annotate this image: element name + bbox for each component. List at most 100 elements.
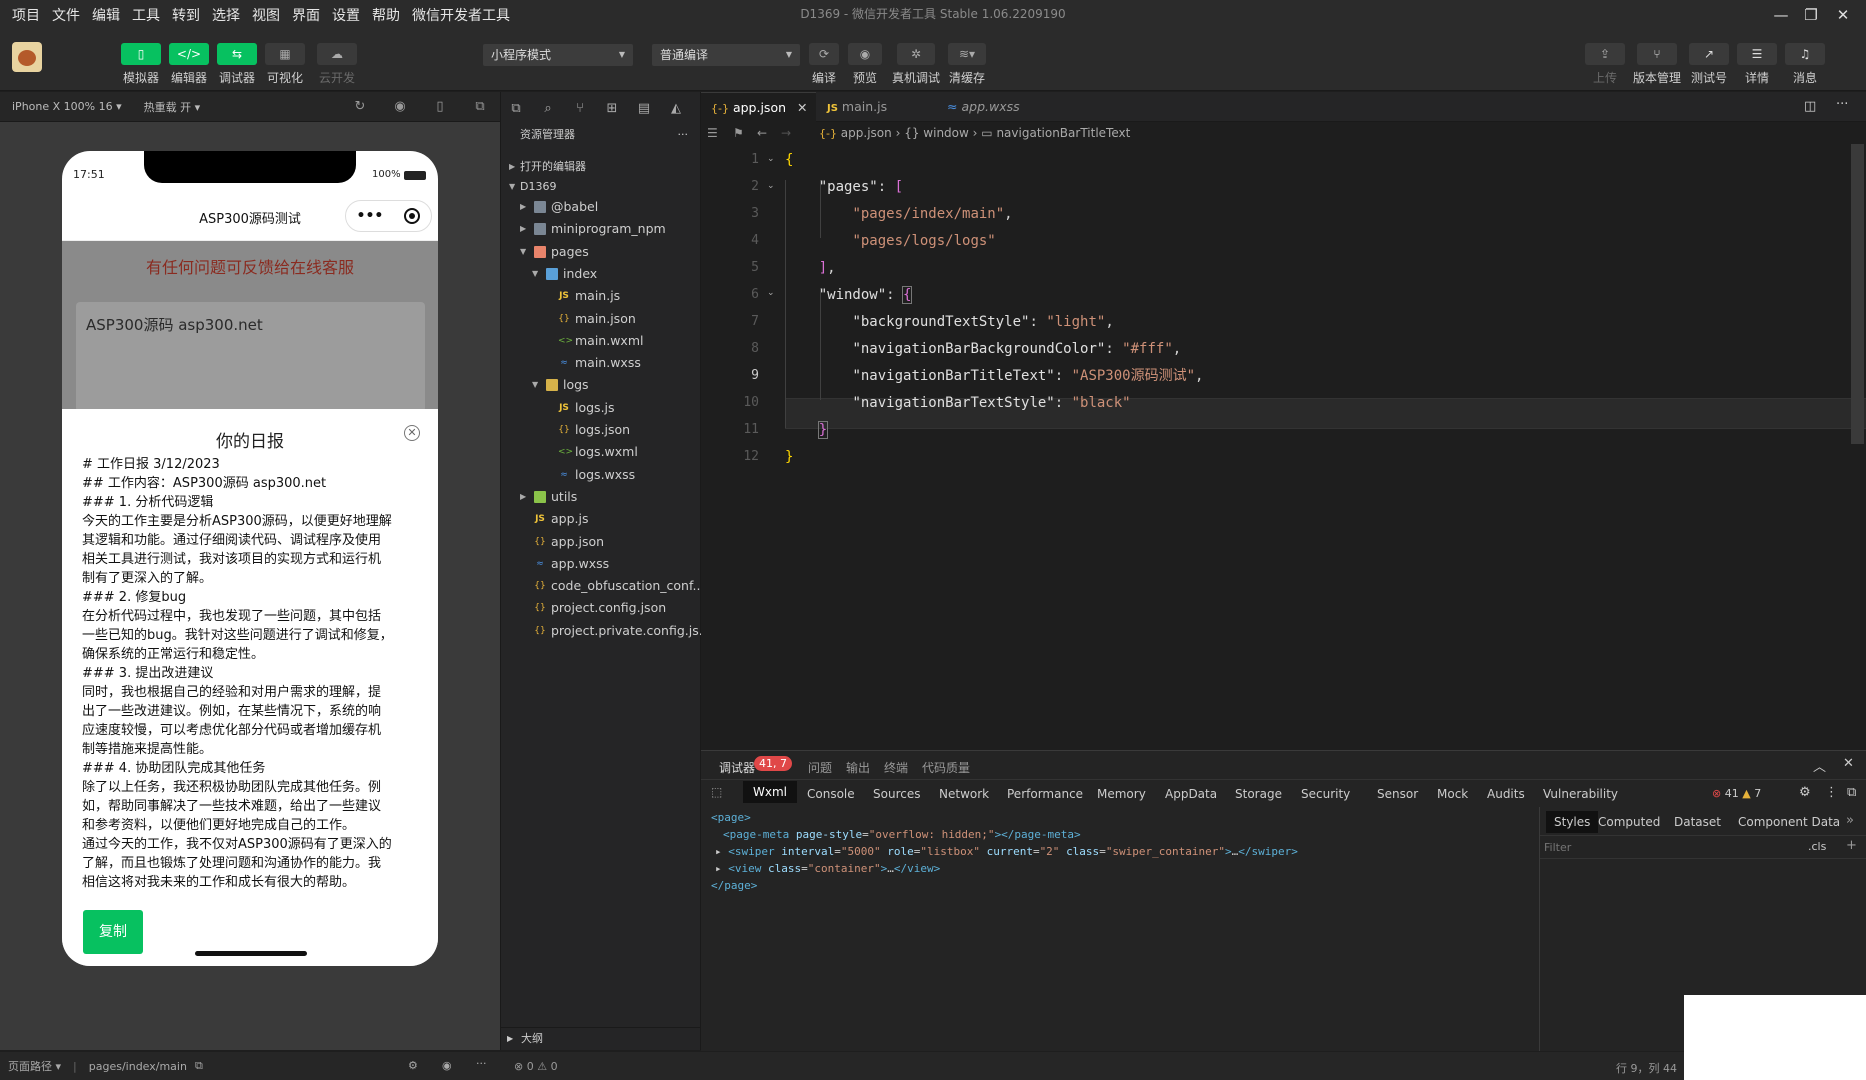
tree-item[interactable]: JS main.js: [501, 285, 702, 307]
tree-item[interactable]: {} logs.json: [501, 419, 702, 441]
close-window-button[interactable]: ✕: [1822, 0, 1864, 29]
editor-toggle[interactable]: </> 编辑器: [164, 43, 214, 86]
tree-item[interactable]: ≈ logs.wxss: [501, 464, 702, 486]
menu-item-select[interactable]: 选择: [206, 5, 246, 25]
back-icon[interactable]: ←: [757, 122, 767, 144]
settings-icon[interactable]: ⚙: [408, 1059, 418, 1072]
issue-counts[interactable]: ⊗ 41 ▲ 7: [1712, 787, 1761, 800]
tree-item[interactable]: ▶ utils: [501, 486, 702, 508]
tree-item[interactable]: ≈ app.wxss: [501, 553, 702, 575]
copy-icon[interactable]: ⧉: [195, 1059, 203, 1073]
version-control-button[interactable]: ⑂ 版本管理: [1632, 43, 1682, 86]
tree-item[interactable]: <> main.wxml: [501, 330, 702, 352]
tab-main-js[interactable]: JS main.js: [817, 92, 927, 122]
close-icon[interactable]: ✕: [1843, 756, 1854, 771]
tree-item[interactable]: ▼ logs: [501, 374, 702, 396]
extensions-icon[interactable]: ⊞: [603, 100, 621, 118]
tree-item[interactable]: ▶ @babel: [501, 196, 702, 218]
breadcrumb-window[interactable]: window: [923, 126, 969, 140]
tree-item[interactable]: JS app.js: [501, 508, 702, 530]
tab-mock[interactable]: Mock: [1437, 787, 1468, 801]
dom-node-page-meta[interactable]: <page-meta page-style="overflow: hidden;…: [723, 826, 1081, 843]
split-editor-icon[interactable]: ◫: [1804, 99, 1816, 114]
more-vertical-icon[interactable]: ⋮: [1825, 785, 1838, 800]
tab-memory[interactable]: Memory: [1097, 787, 1146, 801]
dom-node-page[interactable]: <page>: [711, 809, 751, 826]
tree-item[interactable]: ≈ main.wxss: [501, 352, 702, 374]
cls-toggle[interactable]: .cls: [1808, 840, 1826, 853]
simulator-toggle[interactable]: ▯ 模拟器: [116, 43, 166, 86]
menu-item-project[interactable]: 项目: [0, 5, 46, 25]
tree-item[interactable]: JS logs.js: [501, 397, 702, 419]
tab-sensor[interactable]: Sensor: [1377, 787, 1418, 801]
eye-icon[interactable]: ◉: [442, 1059, 452, 1072]
tab-styles[interactable]: Styles: [1546, 811, 1599, 833]
search-icon[interactable]: ⌕: [539, 100, 557, 118]
device-select[interactable]: iPhone X 100% 16 ▾: [12, 100, 122, 113]
breadcrumb-file[interactable]: app.json: [841, 126, 892, 140]
menu-item-goto[interactable]: 转到: [166, 5, 206, 25]
project-root[interactable]: ▼ D1369: [501, 176, 702, 198]
code-editor[interactable]: 1 2 3 4 5 6 7 8 9 10 11 12 ⌄ ⌄ ⌄ { "pages": [ "page…: [701, 144, 1866, 750]
mode-select[interactable]: 小程序模式 ▼: [483, 44, 633, 66]
preview-button[interactable]: ◉ 预览: [840, 43, 890, 86]
inspect-icon[interactable]: ⬚: [711, 785, 722, 799]
chevron-right-icon[interactable]: »: [1846, 813, 1854, 828]
chevron-up-icon[interactable]: ︿: [1813, 756, 1826, 775]
page-path-select[interactable]: 页面路径 ▾: [8, 1058, 61, 1074]
tab-network[interactable]: Network: [939, 787, 989, 801]
filter-input[interactable]: [1544, 839, 1744, 856]
tab-output[interactable]: 输出: [846, 759, 870, 776]
outline-section[interactable]: ▶ 大纲: [501, 1027, 702, 1049]
fold-icon[interactable]: ⌄: [767, 181, 775, 191]
real-device-debug-button[interactable]: ✲ 真机调试: [890, 43, 942, 86]
record-icon[interactable]: ◉: [392, 99, 408, 115]
report-textarea[interactable]: ASP300源码 asp300.net: [76, 302, 425, 412]
list-icon[interactable]: ☰: [707, 122, 718, 144]
tab-appdata[interactable]: AppData: [1165, 787, 1217, 801]
clear-cache-button[interactable]: ≋▾ 清缓存: [942, 43, 992, 86]
capsule-menu[interactable]: •••: [345, 200, 432, 232]
more-actions-icon[interactable]: ···: [1836, 97, 1848, 112]
debugger-toggle[interactable]: ⇆ 调试器: [212, 43, 262, 86]
more-icon[interactable]: ···: [476, 1057, 487, 1070]
fold-icon[interactable]: ⌄: [767, 288, 775, 298]
hot-reload-select[interactable]: 热重载 开 ▾: [144, 99, 201, 115]
tree-item[interactable]: {} project.config.json: [501, 597, 702, 619]
dom-node-page-close[interactable]: </page>: [711, 877, 757, 894]
dom-node-swiper[interactable]: ▸ <swiper interval="5000" role="listbox"…: [715, 843, 1298, 860]
tab-computed[interactable]: Computed: [1598, 815, 1660, 829]
close-icon[interactable]: ✕: [404, 425, 420, 441]
tab-debugger[interactable]: 调试器: [719, 759, 755, 776]
tree-item[interactable]: <> logs.wxml: [501, 441, 702, 463]
tree-item[interactable]: {} code_obfuscation_conf...: [501, 575, 704, 597]
dom-node-view[interactable]: ▸ <view class="container">…</view>: [715, 860, 940, 877]
messages-button[interactable]: ♫ 消息: [1780, 43, 1830, 86]
tab-problems[interactable]: 问题: [808, 759, 832, 776]
cursor-position[interactable]: 行 9，列 44: [1616, 1060, 1677, 1076]
compile-select[interactable]: 普通编译 ▼: [652, 44, 800, 66]
tree-item[interactable]: {} app.json: [501, 531, 702, 553]
tab-performance[interactable]: Performance: [1007, 787, 1083, 801]
fold-icon[interactable]: ⌄: [767, 154, 775, 164]
problems-count[interactable]: ⊗ 0 ⚠ 0: [514, 1060, 558, 1073]
tab-code-quality[interactable]: 代码质量: [922, 759, 970, 776]
forward-icon[interactable]: →: [781, 122, 791, 144]
menu-item-interface[interactable]: 界面: [286, 5, 326, 25]
tab-security[interactable]: Security: [1301, 787, 1350, 801]
visual-toggle[interactable]: ▦ 可视化: [260, 43, 310, 86]
add-style-icon[interactable]: +: [1846, 838, 1857, 853]
files-icon[interactable]: ⧉: [507, 100, 525, 118]
breadcrumb-key[interactable]: navigationBarTitleText: [996, 126, 1130, 140]
tree-item[interactable]: {} main.json: [501, 308, 702, 330]
tab-dataset[interactable]: Dataset: [1674, 815, 1721, 829]
editor-scrollbar[interactable]: [1851, 144, 1864, 444]
menu-item-file[interactable]: 文件: [46, 5, 86, 25]
tab-app-wxss[interactable]: ≈ app.wxss: [937, 92, 1047, 122]
close-capsule-icon[interactable]: [404, 208, 421, 224]
menu-item-edit[interactable]: 编辑: [86, 5, 126, 25]
tab-vulnerability[interactable]: Vulnerability: [1543, 787, 1618, 801]
tree-item[interactable]: {} project.private.config.js...: [501, 620, 710, 642]
tab-console[interactable]: Console: [807, 787, 855, 801]
menu-item-tools[interactable]: 工具: [126, 5, 166, 25]
